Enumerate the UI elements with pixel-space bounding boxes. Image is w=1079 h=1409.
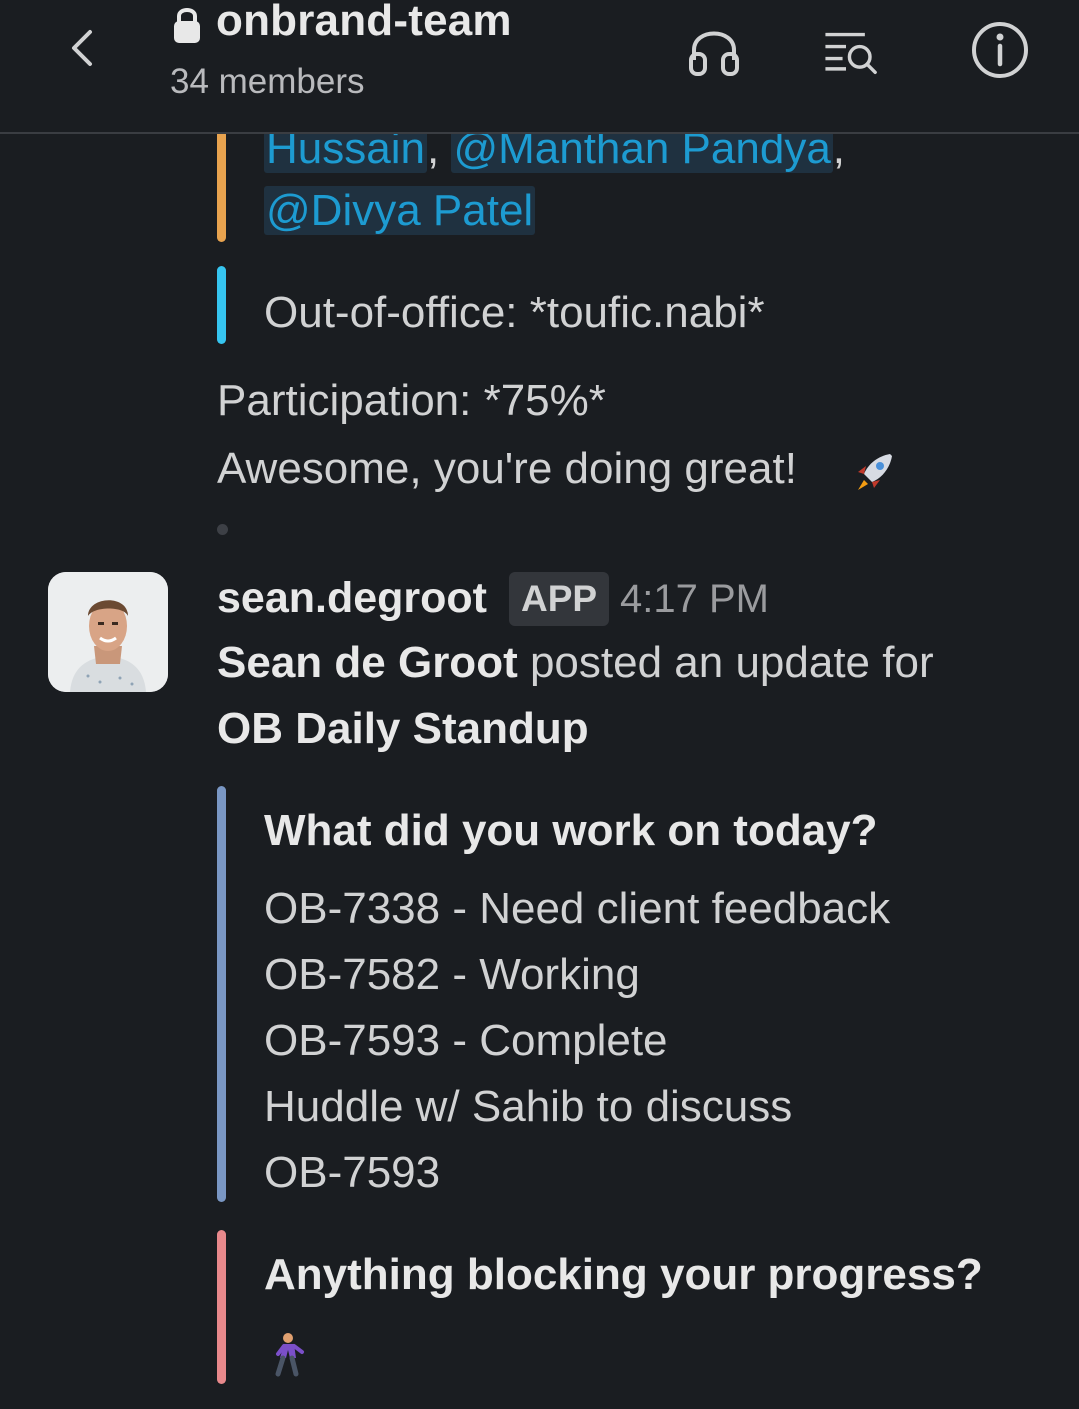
posted-line: Sean de Groot posted an update for (217, 638, 934, 688)
channel-name[interactable]: onbrand-team (216, 0, 512, 46)
participation-text: Participation: *75%* (217, 376, 606, 425)
section-line: OB-7338 - Need client feedback (264, 884, 891, 933)
username[interactable]: sean.degroot (217, 574, 487, 623)
encouragement-text: Awesome, you're doing great! (217, 444, 797, 493)
out-of-office-text: Out-of-office: *toufic.nabi* (264, 288, 765, 337)
mentions-line-2: @Divya Patel (264, 186, 536, 236)
message-timestamp[interactable]: 4:17 PM (620, 577, 769, 622)
attachment-bar-cyan (217, 266, 226, 344)
section-question: What did you work on today? (264, 806, 878, 855)
section-line: OB-7593 (264, 1148, 441, 1197)
info-icon[interactable] (970, 20, 1030, 80)
author-name: Sean de Groot (217, 638, 518, 687)
lock-icon (174, 8, 200, 43)
app-badge: APP (509, 572, 610, 626)
headphones-icon[interactable] (684, 20, 744, 80)
section-line: Huddle w/ Sahib to discuss (264, 1082, 793, 1131)
standup-name: OB Daily Standup (217, 704, 589, 753)
back-arrow-icon[interactable] (62, 26, 106, 70)
avatar[interactable] (48, 572, 168, 692)
section-question: Anything blocking your progress? (264, 1250, 983, 1299)
message-list: Hussain, @Manthan Pandya, @Divya Patel O… (0, 0, 1079, 1409)
avatar-photo (48, 572, 168, 692)
attachment-bar-orange (217, 130, 226, 242)
posted-text: posted an update for (517, 638, 934, 687)
attachment-bar-pink (217, 1230, 226, 1384)
person-walking-emoji (275, 1333, 304, 1377)
channel-header: onbrand-team 34 members (0, 0, 1079, 134)
rocket-emoji (858, 454, 892, 490)
attachment-bar-blue (217, 786, 226, 1202)
mention-divya-patel[interactable]: @Divya Patel (264, 186, 536, 235)
separator-dot (217, 524, 228, 535)
member-count[interactable]: 34 members (170, 62, 365, 102)
search-messages-icon[interactable] (822, 20, 882, 80)
section-line: OB-7582 - Working (264, 950, 640, 999)
section-line: OB-7593 - Complete (264, 1016, 668, 1065)
